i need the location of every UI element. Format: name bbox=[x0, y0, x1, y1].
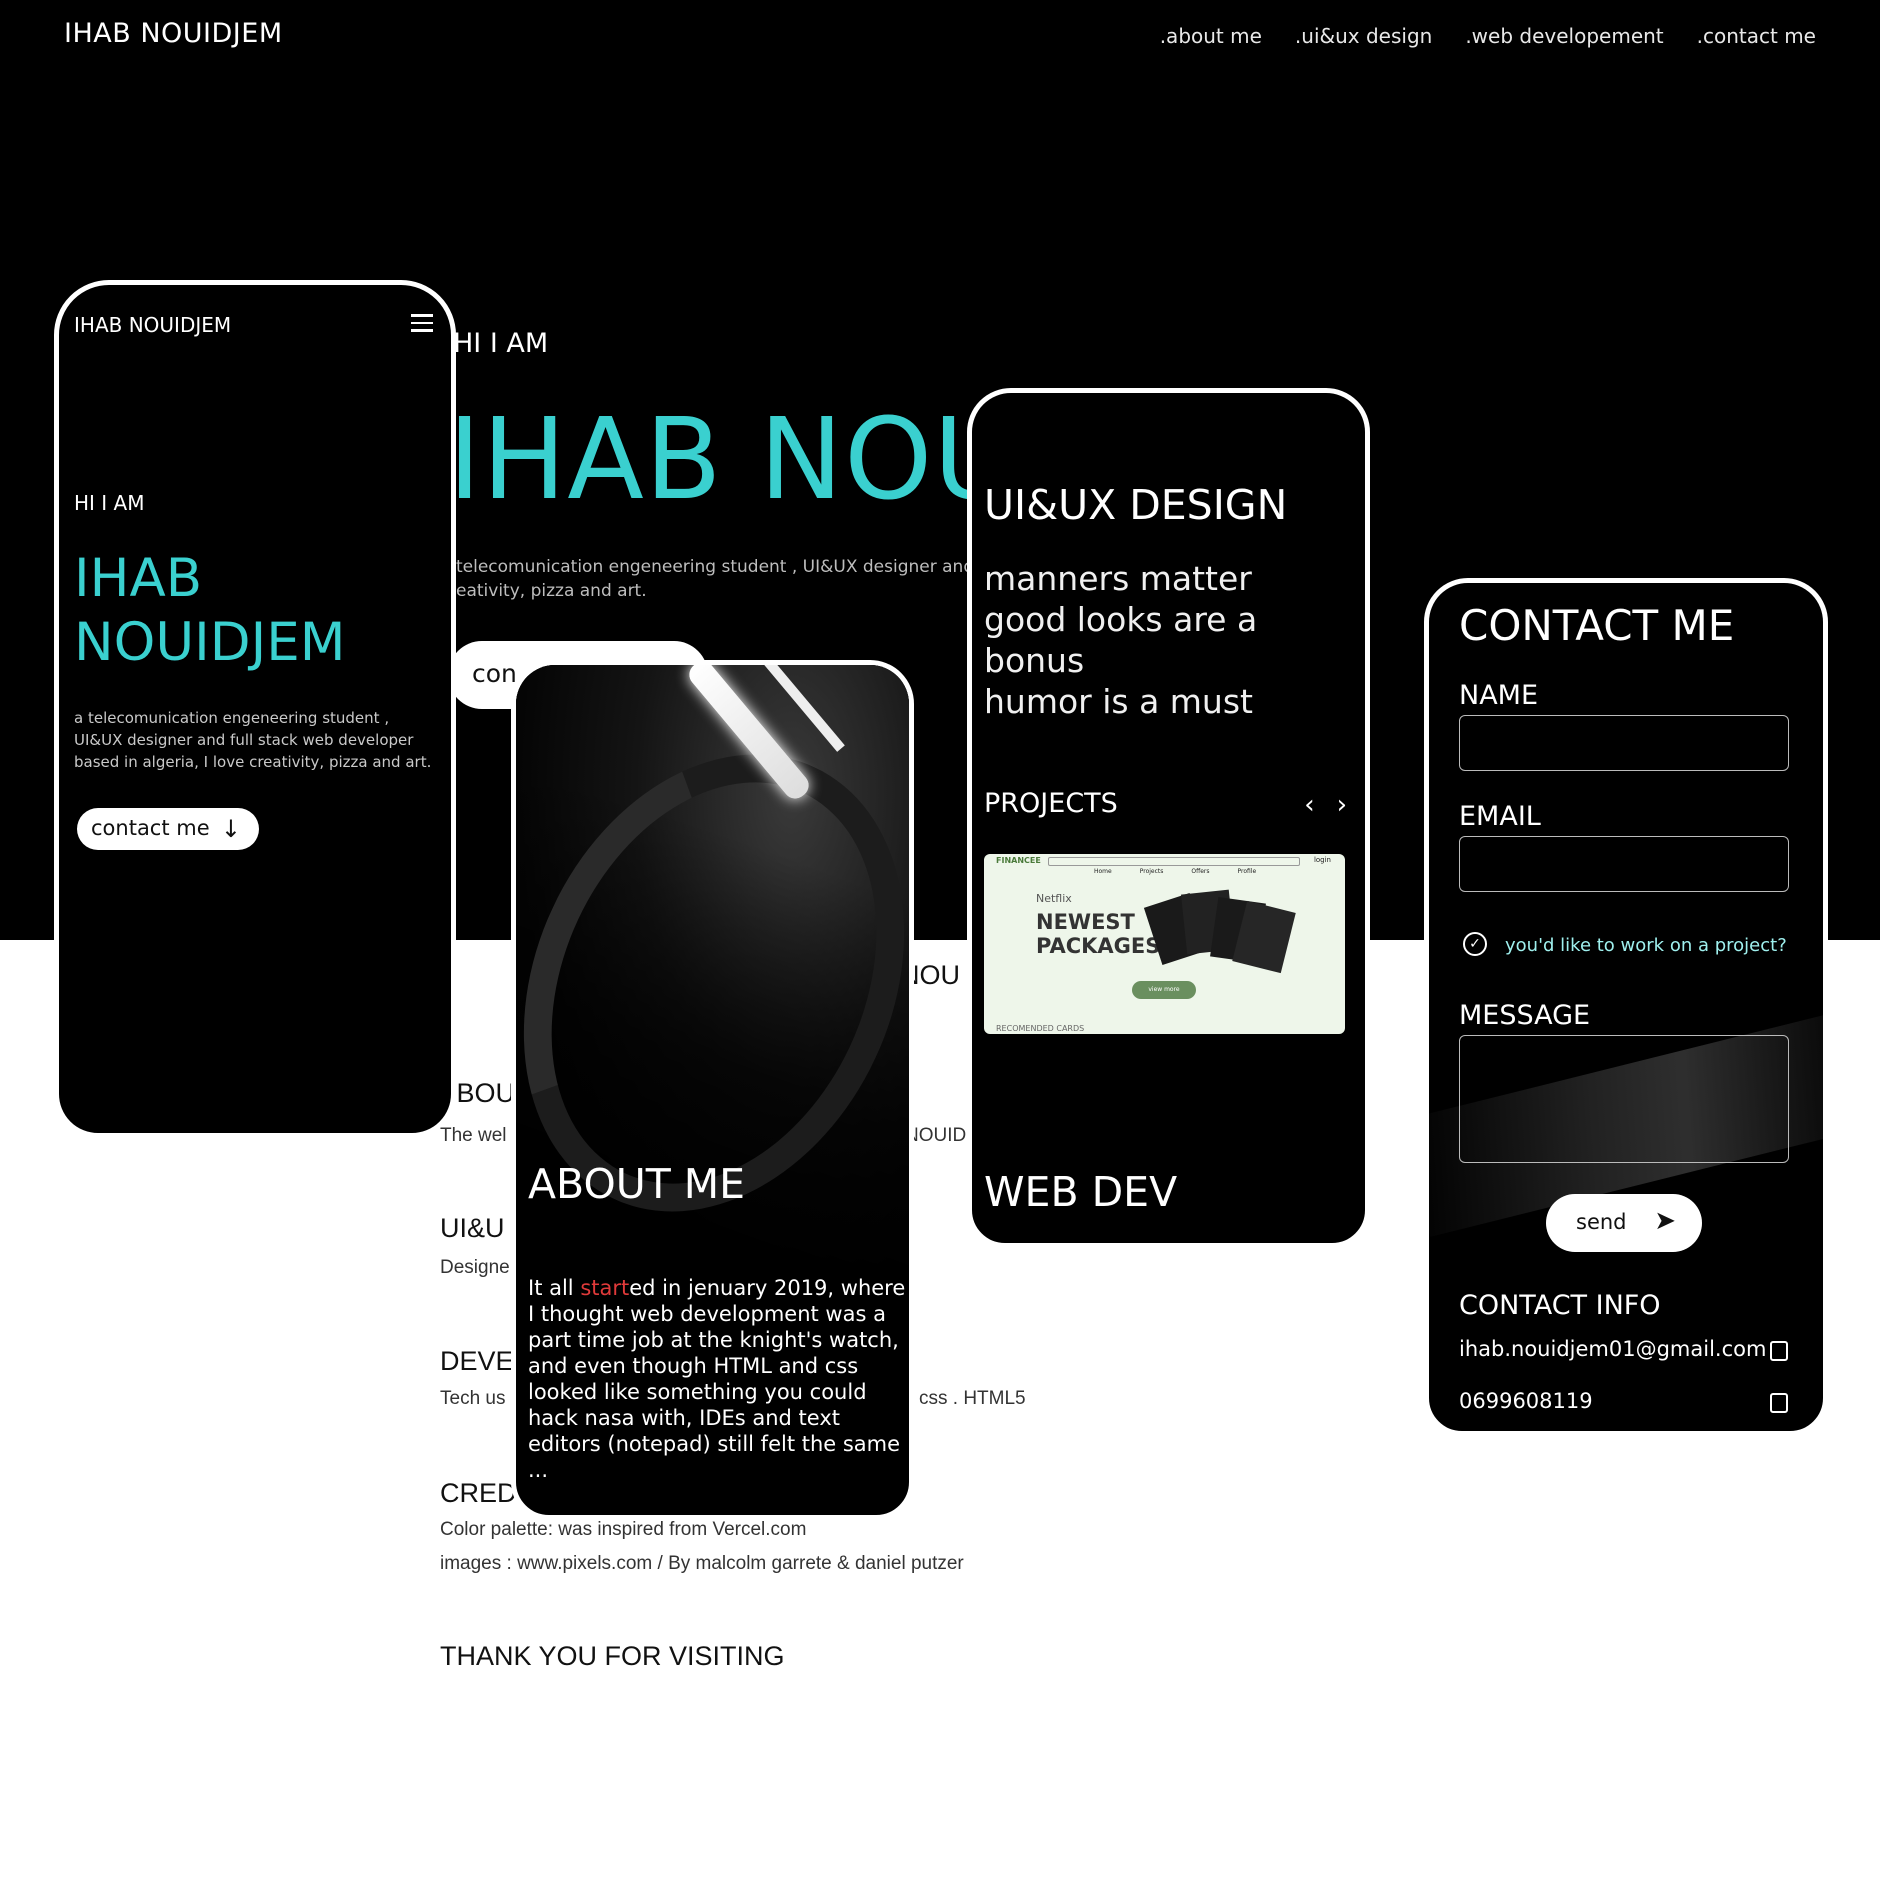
about-body: It all started in jenuary 2019, where I … bbox=[528, 1275, 908, 1483]
about-body-post: ed in jenuary 2019, where I thought web … bbox=[528, 1276, 906, 1482]
hero-description: telecomunication engeneering student , U… bbox=[456, 555, 976, 603]
thumb-nav-projects: Projects bbox=[1139, 868, 1164, 875]
project-thumbnail[interactable]: FINANCEE login Home Projects Offers Prof… bbox=[984, 854, 1345, 1034]
nav-contact[interactable]: .contact me bbox=[1697, 24, 1816, 48]
menu-icon[interactable] bbox=[411, 314, 433, 337]
project-carousel-controls: ‹ › bbox=[1304, 790, 1347, 820]
dev-text: Tech us bbox=[440, 1388, 506, 1409]
thumb-brand: FINANCEE bbox=[996, 856, 1041, 865]
nav-webdev[interactable]: .web developement bbox=[1465, 24, 1663, 48]
phone-about-mockup: ABOUT ME It all started in jenuary 2019,… bbox=[511, 660, 914, 1520]
thumb-footer: RECOMENDED CARDS bbox=[996, 1024, 1085, 1033]
nav-about[interactable]: .about me bbox=[1160, 24, 1262, 48]
motto-line3: humor is a must bbox=[984, 682, 1253, 721]
thumb-login: login bbox=[1313, 856, 1331, 864]
contact-phone: 0699608119 bbox=[1459, 1389, 1593, 1413]
copy-icon[interactable] bbox=[1770, 1393, 1788, 1413]
phone-uiux-mockup: UI&UX DESIGN manners matter good looks a… bbox=[967, 388, 1370, 1248]
phone-contact-label: contact me bbox=[91, 816, 210, 840]
hero-greeting: HI I AM bbox=[453, 328, 549, 359]
phone-hero-mockup: IHAB NOUIDJEM HI I AM IHAB NOUIDJEM a te… bbox=[54, 280, 456, 1138]
send-label: send bbox=[1576, 1210, 1627, 1234]
contact-info-title: CONTACT INFO bbox=[1459, 1290, 1661, 1321]
name-field[interactable] bbox=[1459, 715, 1789, 771]
phone-description: a telecomunication engeneering student ,… bbox=[74, 709, 432, 771]
about-body-highlight: start bbox=[580, 1276, 630, 1300]
phone-name: IHAB NOUIDJEM bbox=[74, 547, 345, 675]
site-logo[interactable]: IHAB NOUIDJEM bbox=[64, 18, 283, 49]
about-heading: .BOU bbox=[449, 1078, 516, 1108]
thumb-cta: view more bbox=[1132, 981, 1196, 999]
about-title: ABOUT ME bbox=[528, 1160, 746, 1208]
thumb-headline-1: NEWEST bbox=[1036, 910, 1135, 934]
nav-uiux[interactable]: .ui&ux design bbox=[1295, 24, 1432, 48]
thumb-nav-profile: Profile bbox=[1237, 868, 1257, 875]
dev-heading: DEVE bbox=[440, 1346, 514, 1376]
hero-name: IHAB NOU bbox=[448, 395, 1017, 525]
credits-line1: Color palette: was inspired from Vercel.… bbox=[440, 1519, 807, 1540]
thumb-nav-offers: Offers bbox=[1191, 868, 1210, 875]
thumb-nav-home: Home bbox=[1094, 868, 1112, 875]
message-field[interactable] bbox=[1459, 1035, 1789, 1163]
thumb-search bbox=[1048, 857, 1300, 866]
about-text-right: NOUID bbox=[905, 1125, 967, 1146]
email-field[interactable] bbox=[1459, 836, 1789, 892]
contact-title: CONTACT ME bbox=[1459, 601, 1735, 650]
dev-text-right: css . HTML5 bbox=[919, 1388, 1026, 1409]
about-text: The wel bbox=[440, 1125, 507, 1146]
send-button[interactable]: send ➤ bbox=[1546, 1194, 1702, 1252]
chevron-right-icon[interactable]: › bbox=[1337, 790, 1347, 820]
thank-you: THANK YOU FOR VISITING bbox=[440, 1641, 785, 1671]
uiux-heading: UI&U bbox=[440, 1213, 505, 1243]
email-label: EMAIL bbox=[1459, 801, 1541, 832]
uiux-title: UI&UX DESIGN bbox=[984, 481, 1288, 529]
motto-line1: manners matter bbox=[984, 559, 1252, 598]
phone-name-line2: NOUIDJEM bbox=[74, 612, 346, 673]
check-circle-icon[interactable]: ✓ bbox=[1463, 932, 1487, 956]
webdev-title: WEB DEV bbox=[984, 1168, 1178, 1216]
projects-heading: PROJECTS bbox=[984, 788, 1118, 819]
phone-logo[interactable]: IHAB NOUIDJEM bbox=[74, 313, 231, 337]
send-icon: ➤ bbox=[1654, 1206, 1676, 1236]
motto-line2: good looks are a bonus bbox=[984, 600, 1258, 680]
credits-heading: CRED bbox=[440, 1478, 517, 1508]
project-question: you'd like to work on a project? bbox=[1505, 935, 1787, 956]
thumb-nav: Home Projects Offers Profile bbox=[1094, 868, 1256, 875]
message-label: MESSAGE bbox=[1459, 1000, 1591, 1031]
phone-contact-button[interactable]: contact me ↓ bbox=[77, 808, 259, 850]
phone-greeting: HI I AM bbox=[74, 491, 145, 515]
uiux-motto: manners matter good looks are a bonus hu… bbox=[984, 558, 1354, 722]
hero-desc-line2: eativity, pizza and art. bbox=[456, 581, 647, 601]
about-body-pre: It all bbox=[528, 1276, 581, 1300]
name-label: NAME bbox=[1459, 680, 1539, 711]
thumb-headline-2: PACKAGES bbox=[1036, 934, 1161, 958]
hero-desc-line1: telecomunication engeneering student , U… bbox=[456, 557, 975, 577]
phone-name-line1: IHAB bbox=[74, 548, 203, 609]
contact-email: ihab.nouidjem01@gmail.com bbox=[1459, 1337, 1767, 1361]
copy-icon[interactable] bbox=[1770, 1341, 1788, 1361]
chevron-left-icon[interactable]: ‹ bbox=[1304, 790, 1314, 820]
thumb-small: Netflix bbox=[1036, 892, 1072, 905]
credits-line2: images : www.pixels.com / By malcolm gar… bbox=[440, 1553, 964, 1574]
phone-contact-mockup: CONTACT ME NAME EMAIL ✓ you'd like to wo… bbox=[1424, 578, 1828, 1436]
top-nav: .about me .ui&ux design .web developemen… bbox=[1160, 24, 1816, 48]
uiux-text: Designe bbox=[440, 1257, 510, 1278]
thumb-headline: NEWEST PACKAGES bbox=[1036, 910, 1160, 958]
arrow-down-icon: ↓ bbox=[220, 815, 241, 843]
